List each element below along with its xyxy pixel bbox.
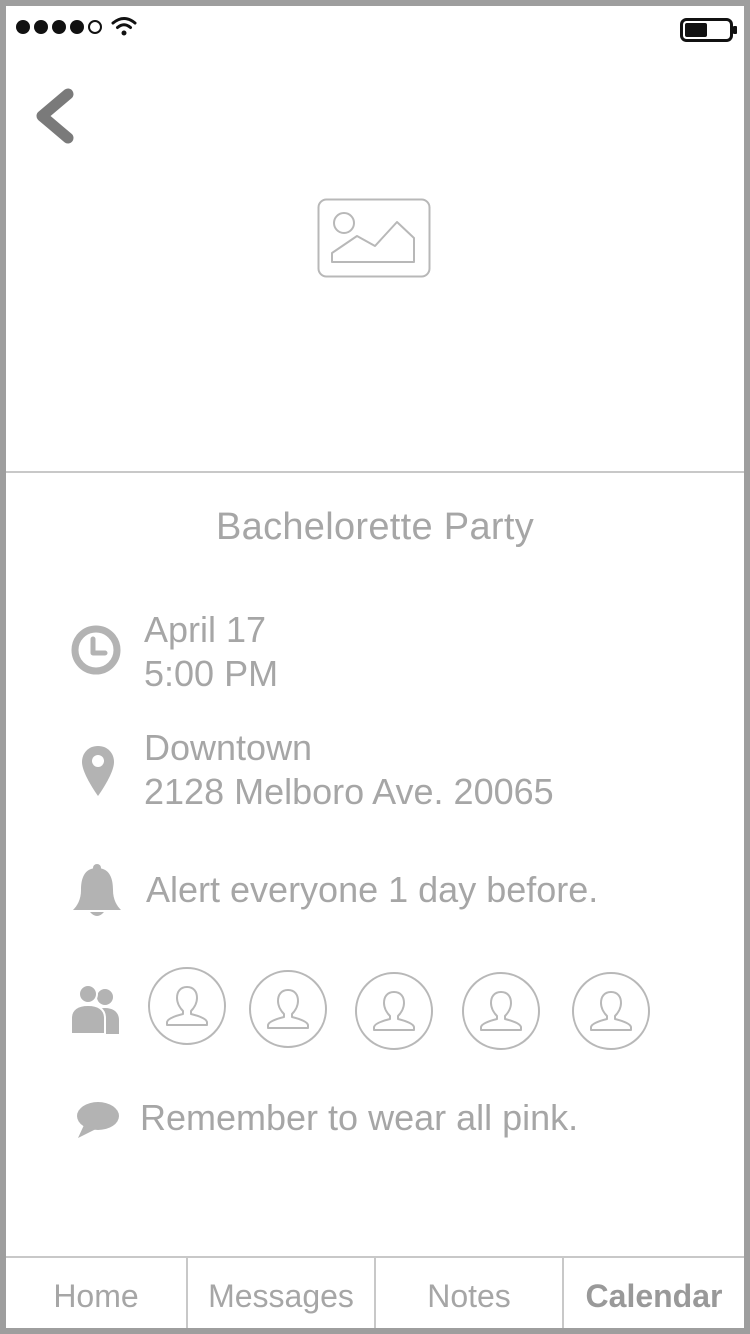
tab-messages[interactable]: Messages <box>188 1258 376 1328</box>
tab-calendar[interactable]: Calendar <box>564 1258 744 1328</box>
speech-bubble-icon <box>77 1102 119 1138</box>
event-hero <box>6 50 744 473</box>
event-note: Remember to wear all pink. <box>140 1097 579 1138</box>
battery-icon <box>680 18 737 42</box>
event-title: Bachelorette Party <box>215 506 534 548</box>
event-date: April 17 <box>144 609 267 650</box>
attendee-avatar[interactable] <box>353 970 435 1052</box>
clock-icon <box>71 625 121 675</box>
attendee-avatar[interactable] <box>570 970 652 1052</box>
attendee-avatar[interactable] <box>146 965 228 1047</box>
phone-frame: Bachelorette Party April 17 5:00 PM Down… <box>0 0 750 1334</box>
group-icon <box>70 984 119 1034</box>
event-address: 2128 Melboro Ave. 20065 <box>144 771 554 812</box>
tab-home[interactable]: Home <box>6 1258 188 1328</box>
attendee-avatar[interactable] <box>460 970 542 1052</box>
event-location-name: Downtown <box>144 727 313 768</box>
attendee-avatar[interactable] <box>247 968 329 1050</box>
signal-dots-icon <box>16 20 102 34</box>
event-alert: Alert everyone 1 day before. <box>146 869 599 910</box>
attendee-list <box>146 960 666 1050</box>
image-placeholder-icon <box>317 198 431 278</box>
status-bar <box>6 6 744 50</box>
wifi-icon <box>111 17 137 36</box>
map-pin-icon <box>82 746 114 796</box>
tab-notes[interactable]: Notes <box>376 1258 564 1328</box>
bell-icon <box>73 864 121 916</box>
tab-bar: Home Messages Notes Calendar <box>6 1256 744 1328</box>
event-time: 5:00 PM <box>144 653 279 694</box>
